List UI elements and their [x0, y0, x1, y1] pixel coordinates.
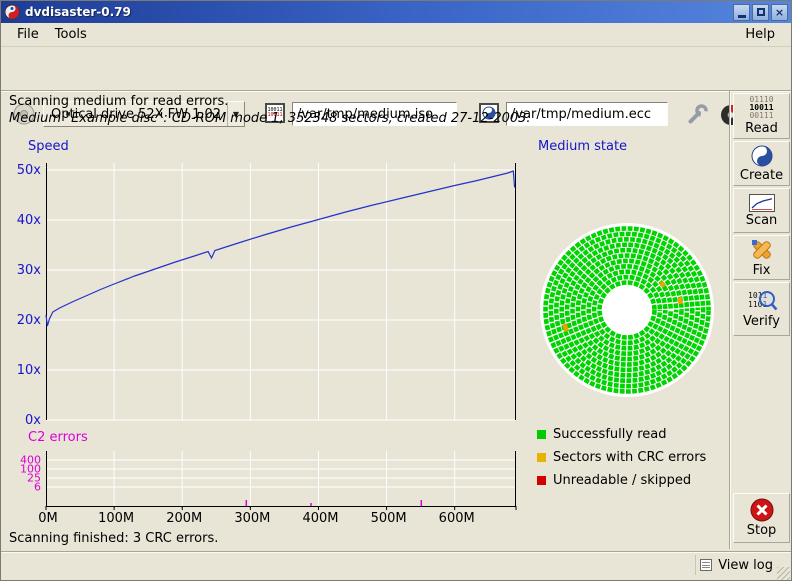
toolbar: Optical drive 52X FW 1.02 ▼ 10011 10011: [1, 47, 791, 91]
yin-yang-icon: [751, 145, 773, 167]
status-line-1: Scanning medium for read errors.: [9, 94, 228, 109]
app-window: dvdisaster-0.79 × File Tools Help Optica…: [0, 0, 792, 581]
svg-text:500M: 500M: [371, 511, 407, 526]
menubar: File Tools Help: [1, 23, 791, 47]
svg-text:0M: 0M: [38, 511, 58, 526]
scan-result-text: Scanning finished: 3 CRC errors.: [9, 531, 218, 546]
verify-button-label: Verify: [743, 314, 780, 329]
preferences-button[interactable]: [683, 101, 711, 129]
verify-magnifier-icon: 1011 1101: [746, 289, 778, 313]
fix-patch-icon: [750, 238, 774, 262]
log-list-icon: [700, 559, 712, 571]
wrench-icon: [685, 103, 709, 127]
maximize-button[interactable]: [752, 4, 769, 21]
svg-text:300M: 300M: [234, 511, 270, 526]
svg-text:600M: 600M: [439, 511, 475, 526]
fix-button[interactable]: Fix: [733, 235, 790, 280]
scan-chart-icon: [749, 194, 775, 212]
action-sidebar: 01110 10011 00111 Read Create Scan: [729, 91, 792, 549]
read-button-label: Read: [745, 121, 778, 136]
menu-help[interactable]: Help: [737, 25, 783, 45]
svg-text:200M: 200M: [166, 511, 202, 526]
stop-icon: [750, 498, 774, 522]
fix-button-label: Fix: [753, 263, 771, 278]
create-button-label: Create: [740, 168, 783, 183]
svg-text:40x: 40x: [17, 213, 42, 228]
minimize-icon: [738, 15, 746, 18]
view-log-label: View log: [718, 558, 773, 573]
resize-grip[interactable]: [777, 567, 790, 580]
close-button[interactable]: ×: [771, 4, 788, 21]
create-button[interactable]: Create: [733, 141, 790, 186]
titlebar: dvdisaster-0.79 ×: [1, 1, 791, 23]
scan-button[interactable]: Scan: [733, 188, 790, 233]
stop-button[interactable]: Stop: [733, 493, 790, 543]
svg-text:10x: 10x: [17, 363, 42, 378]
statusbar: View log: [1, 551, 791, 581]
charts-canvas: 0x10x20x30x40x50x4001002560M100M200M300M…: [1, 137, 731, 531]
binary-read-icon: 01110 10011 00111: [749, 96, 773, 120]
svg-text:50x: 50x: [17, 163, 42, 178]
status-line-2: Medium "Example disc": CD-ROM mode 1, 35…: [9, 111, 531, 126]
svg-text:400M: 400M: [302, 511, 338, 526]
stop-button-label: Stop: [747, 523, 777, 538]
svg-text:6: 6: [34, 481, 41, 494]
maximize-icon: [757, 8, 765, 16]
svg-text:30x: 30x: [17, 263, 42, 278]
read-button[interactable]: 01110 10011 00111 Read: [733, 93, 790, 139]
close-icon: ×: [775, 7, 784, 18]
svg-text:20x: 20x: [17, 313, 42, 328]
menu-file[interactable]: File: [9, 25, 47, 45]
scan-button-label: Scan: [746, 213, 778, 228]
verify-button[interactable]: 1011 1101 Verify: [733, 282, 790, 336]
view-log-button[interactable]: View log: [695, 555, 777, 575]
svg-text:100M: 100M: [98, 511, 134, 526]
menu-tools[interactable]: Tools: [47, 25, 95, 45]
svg-text:0x: 0x: [25, 413, 41, 428]
app-icon[interactable]: [4, 4, 20, 20]
minimize-button[interactable]: [733, 4, 750, 21]
window-title: dvdisaster-0.79: [25, 5, 731, 19]
